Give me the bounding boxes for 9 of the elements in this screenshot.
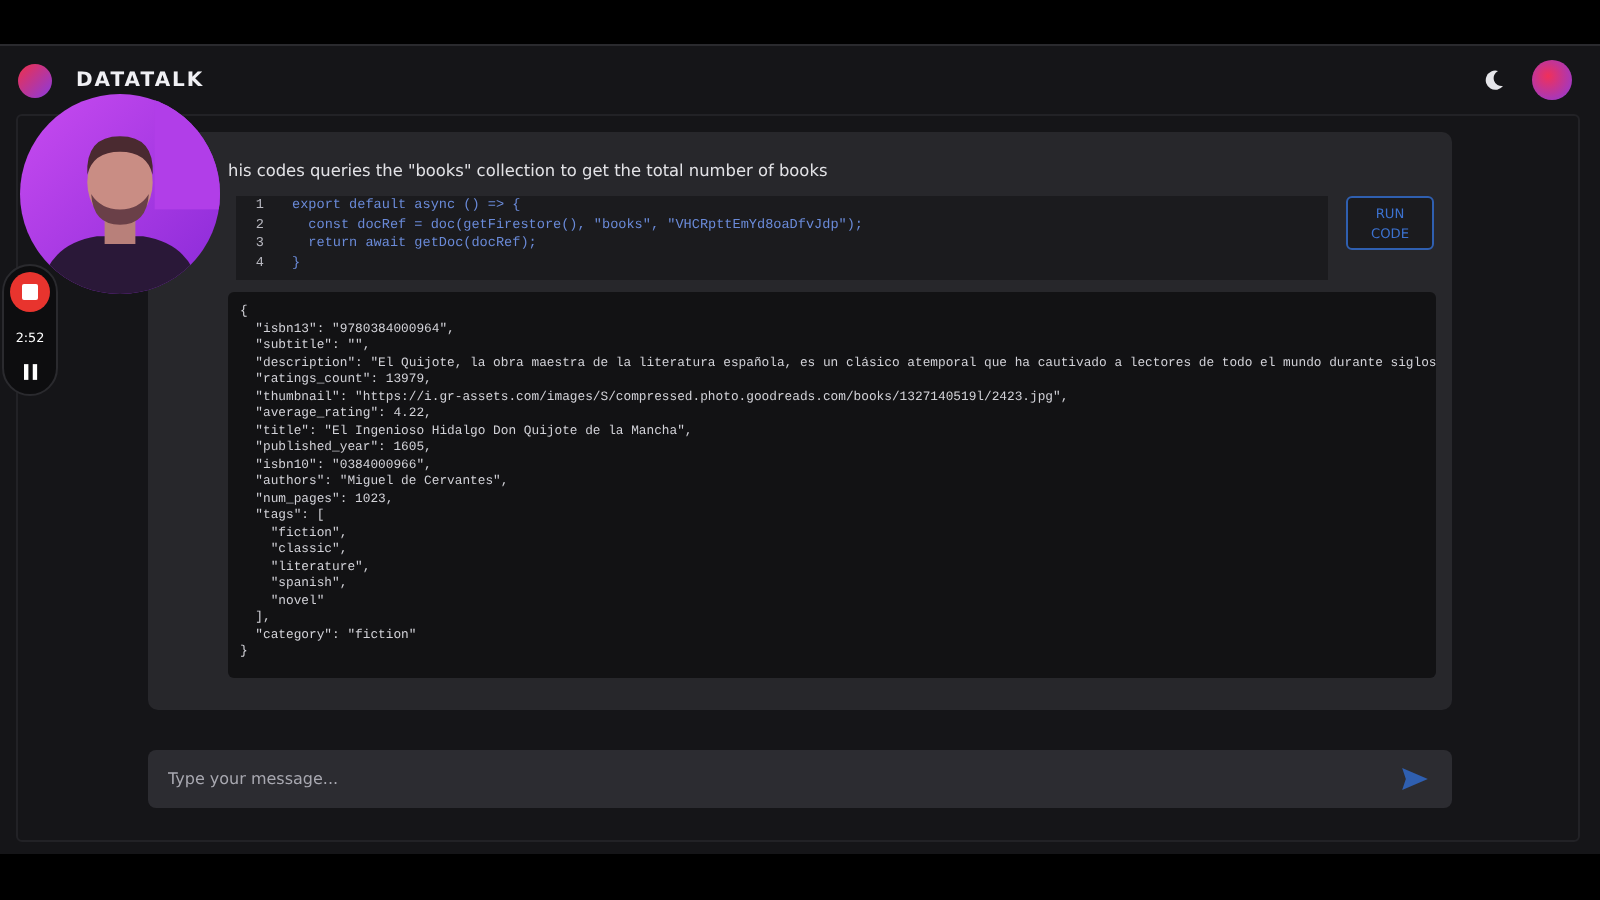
app-title: DATATALK: [76, 69, 205, 91]
message-input[interactable]: Type your message...: [164, 768, 1402, 790]
message-field[interactable]: Type your message...: [148, 750, 1452, 808]
logo-icon: [18, 63, 52, 97]
stop-button[interactable]: [10, 272, 50, 312]
message-text: his codes queries the "books" collection to get the total number of books: [228, 160, 830, 180]
pause-icon[interactable]: [23, 364, 37, 380]
avatar[interactable]: [1532, 60, 1572, 100]
moon-icon[interactable]: [1482, 68, 1506, 92]
